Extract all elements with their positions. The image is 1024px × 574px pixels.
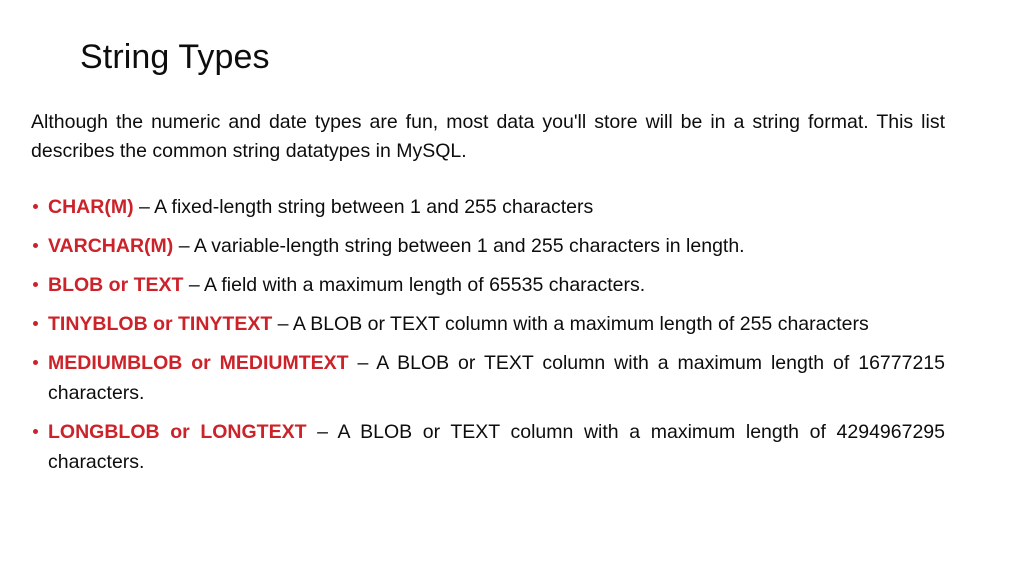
list-item-term: CHAR(M): [48, 196, 134, 218]
list-item-term: MEDIUMBLOB or MEDIUMTEXT: [48, 352, 349, 374]
string-types-list: CHAR(M) – A fixed-length string between …: [27, 192, 945, 477]
slide-canvas: String Types Although the numeric and da…: [0, 0, 1024, 574]
bullet-dot-icon: [33, 204, 38, 209]
bullet-dot-icon: [33, 282, 38, 287]
list-item-description: A field with a maximum length of 65535 c…: [204, 274, 646, 296]
list-item: BLOB or TEXT – A field with a maximum le…: [27, 270, 945, 300]
list-item-dash: –: [306, 421, 338, 443]
bullet-dot-icon: [33, 243, 38, 248]
bullet-dot-icon: [33, 360, 38, 365]
list-item-description: A variable-length string between 1 and 2…: [193, 235, 745, 257]
list-item-dash: –: [133, 196, 155, 218]
list-item: CHAR(M) – A fixed-length string between …: [27, 192, 945, 222]
page-title: String Types: [80, 37, 270, 76]
list-item-term: LONGBLOB or LONGTEXT: [48, 421, 307, 443]
list-item: TINYBLOB or TINYTEXT – A BLOB or TEXT co…: [27, 309, 945, 339]
list-item-dash: –: [272, 313, 293, 335]
list-item-dash: –: [348, 352, 377, 374]
list-item-term: BLOB or TEXT: [48, 274, 184, 296]
list-item-description: A BLOB or TEXT column with a maximum len…: [292, 313, 869, 335]
list-item-dash: –: [173, 235, 194, 257]
list-item: VARCHAR(M) – A variable-length string be…: [27, 231, 945, 261]
bullet-dot-icon: [33, 321, 38, 326]
list-item-dash: –: [183, 274, 205, 296]
list-item-description: A fixed-length string between 1 and 255 …: [154, 196, 594, 218]
list-item: MEDIUMBLOB or MEDIUMTEXT – A BLOB or TEX…: [27, 348, 945, 408]
list-item-term: TINYBLOB or TINYTEXT: [48, 313, 273, 335]
list-item: LONGBLOB or LONGTEXT – A BLOB or TEXT co…: [27, 417, 945, 477]
bullet-dot-icon: [33, 429, 38, 434]
list-item-term: VARCHAR(M): [48, 235, 174, 257]
intro-paragraph: Although the numeric and date types are …: [31, 110, 945, 162]
